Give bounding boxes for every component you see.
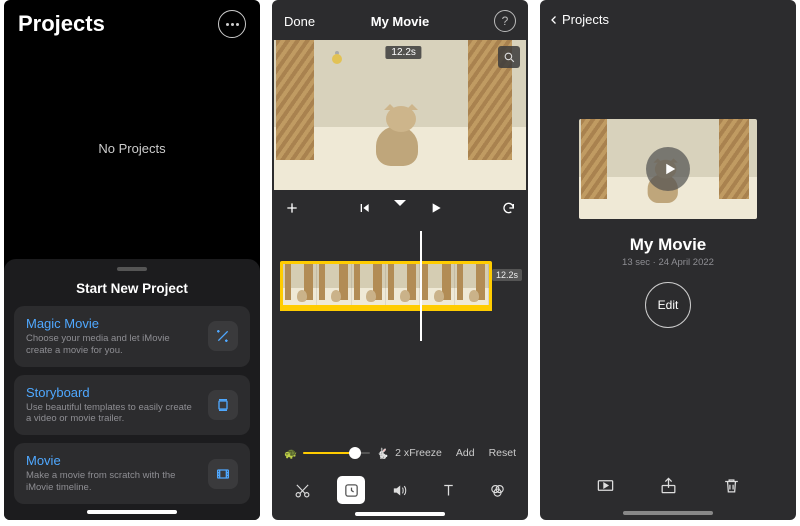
back-button[interactable]: Projects xyxy=(540,0,796,39)
play-icon xyxy=(646,147,690,191)
speed-tool[interactable] xyxy=(337,476,365,504)
editor-screen: Done My Movie ? 12.2s xyxy=(272,0,528,520)
magic-wand-icon xyxy=(208,321,238,351)
filters-tool[interactable] xyxy=(484,476,512,504)
ellipsis-icon xyxy=(226,23,239,26)
option-subtitle: Use beautiful templates to easily create… xyxy=(26,402,198,426)
add-media-button[interactable] xyxy=(284,200,300,221)
project-detail-screen: Projects My Movie 13 sec · 24 April 2022… xyxy=(540,0,796,520)
option-title: Movie xyxy=(26,453,198,468)
project-thumbnail[interactable] xyxy=(579,119,757,219)
project-title: My Movie xyxy=(630,235,707,255)
home-indicator[interactable] xyxy=(623,511,713,515)
previous-button[interactable] xyxy=(356,200,372,221)
delete-button[interactable] xyxy=(722,476,741,500)
turtle-icon: 🐢 xyxy=(284,447,297,460)
speed-slider[interactable] xyxy=(303,452,370,454)
help-button[interactable]: ? xyxy=(494,10,516,32)
new-project-sheet: Start New Project Magic Movie Choose you… xyxy=(4,259,260,520)
text-tool[interactable] xyxy=(435,476,463,504)
freeze-button[interactable]: Freeze xyxy=(409,447,442,459)
editor-header: Done My Movie ? xyxy=(272,0,528,40)
preview-content xyxy=(364,86,434,166)
home-indicator[interactable] xyxy=(87,510,177,514)
option-movie[interactable]: Movie Make a movie from scratch with the… xyxy=(14,443,250,504)
project-area: My Movie 13 sec · 24 April 2022 Edit xyxy=(540,39,796,462)
option-magic-movie[interactable]: Magic Movie Choose your media and let iM… xyxy=(14,306,250,367)
reset-speed-button[interactable]: Reset xyxy=(489,447,516,459)
preview-content xyxy=(276,40,314,160)
projects-header: Projects xyxy=(4,0,260,38)
home-indicator[interactable] xyxy=(355,512,445,516)
transport-bar xyxy=(272,190,528,231)
video-clip[interactable] xyxy=(280,261,492,311)
playhead-marker-icon xyxy=(394,200,406,221)
back-label: Projects xyxy=(562,12,609,27)
volume-tool[interactable] xyxy=(386,476,414,504)
storyboard-icon xyxy=(208,390,238,420)
projects-screen: Projects No Projects Start New Project M… xyxy=(4,0,260,520)
done-button[interactable]: Done xyxy=(284,14,315,29)
playhead[interactable] xyxy=(420,231,422,341)
zoom-button[interactable] xyxy=(498,46,520,68)
duration-badge: 12.2s xyxy=(385,46,421,59)
sheet-title: Start New Project xyxy=(14,281,250,296)
play-button[interactable] xyxy=(428,200,444,221)
play-overlay[interactable] xyxy=(579,119,757,219)
option-subtitle: Make a movie from scratch with the iMovi… xyxy=(26,470,198,494)
play-fullscreen-button[interactable] xyxy=(596,476,615,500)
project-meta: 13 sec · 24 April 2022 xyxy=(622,257,714,268)
audio-track[interactable] xyxy=(280,305,492,311)
share-button[interactable] xyxy=(659,476,678,500)
undo-button[interactable] xyxy=(500,200,516,221)
speed-controls: 🐢 🐇 2 x Freeze Add Reset xyxy=(272,440,528,466)
video-preview[interactable]: 12.2s xyxy=(274,40,526,190)
projects-title: Projects xyxy=(18,11,105,37)
rabbit-icon: 🐇 xyxy=(376,447,389,460)
option-title: Storyboard xyxy=(26,385,198,400)
add-speed-button[interactable]: Add xyxy=(456,447,475,459)
option-storyboard[interactable]: Storyboard Use beautiful templates to ea… xyxy=(14,375,250,436)
option-subtitle: Choose your media and let iMovie create … xyxy=(26,333,198,357)
timeline[interactable]: 12.2s xyxy=(272,231,528,341)
option-title: Magic Movie xyxy=(26,316,198,331)
cut-tool[interactable] xyxy=(288,476,316,504)
clip-duration-label: 12.2s xyxy=(492,269,522,281)
empty-state-text: No Projects xyxy=(4,38,260,259)
film-icon xyxy=(208,459,238,489)
sheet-grabber[interactable] xyxy=(117,267,147,271)
speed-value: 2 x xyxy=(395,447,409,459)
more-options-button[interactable] xyxy=(218,10,246,38)
preview-content xyxy=(332,54,342,64)
edit-button[interactable]: Edit xyxy=(645,282,691,328)
